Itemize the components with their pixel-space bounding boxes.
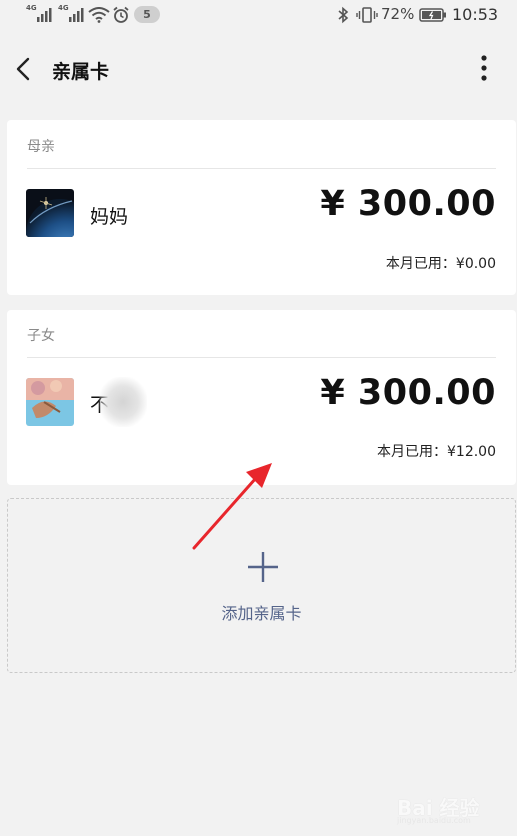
more-vertical-icon <box>481 55 487 81</box>
vibrate-icon <box>356 7 378 23</box>
back-button[interactable] <box>10 54 38 84</box>
monthly-used: 本月已用：¥12.00 <box>377 444 496 460</box>
avatar <box>26 189 74 237</box>
card-section-label: 子女 <box>27 328 55 344</box>
clock: 10:53 <box>452 5 499 24</box>
page: 4G 4G 5 72% 10:53 亲属卡 母亲 妈妈 ¥ 300.00 本月已… <box>0 0 517 836</box>
bluetooth-icon <box>338 6 349 24</box>
card-divider <box>27 168 496 169</box>
monthly-limit: ¥ 300.00 <box>320 373 496 413</box>
plus-icon <box>248 552 278 582</box>
watermark-sub: jingyan.baidu.com <box>397 816 471 825</box>
app-header: 亲属卡 <box>0 42 517 98</box>
add-card-label: 添加亲属卡 <box>221 604 302 623</box>
card-divider <box>27 357 496 358</box>
more-options-button[interactable] <box>470 52 498 86</box>
baidu-watermark: Bai 经验 jingyan.baidu.com <box>395 790 505 830</box>
family-card-mother[interactable]: 母亲 妈妈 ¥ 300.00 本月已用：¥0.00 <box>7 120 516 295</box>
avatar <box>26 378 74 426</box>
blurred-name-mask <box>99 377 147 427</box>
status-bar: 4G 4G 5 72% 10:53 <box>26 4 499 24</box>
monthly-used: 本月已用：¥0.00 <box>385 256 496 272</box>
back-arrow-icon <box>16 57 30 81</box>
battery-percent: 72% <box>381 5 415 23</box>
card-section-label: 母亲 <box>27 139 55 155</box>
wifi-icon <box>88 7 110 23</box>
alarm-icon <box>113 6 129 23</box>
monthly-limit: ¥ 300.00 <box>320 184 496 224</box>
family-card-child[interactable]: 子女 不 ¥ 300.00 本月已用：¥12.00 <box>7 310 516 485</box>
member-name: 妈妈 <box>90 206 129 228</box>
notification-badge: 5 <box>134 6 160 23</box>
page-title: 亲属卡 <box>52 61 110 83</box>
add-family-card-button[interactable]: 添加亲属卡 <box>7 498 516 673</box>
battery-icon <box>419 8 446 22</box>
